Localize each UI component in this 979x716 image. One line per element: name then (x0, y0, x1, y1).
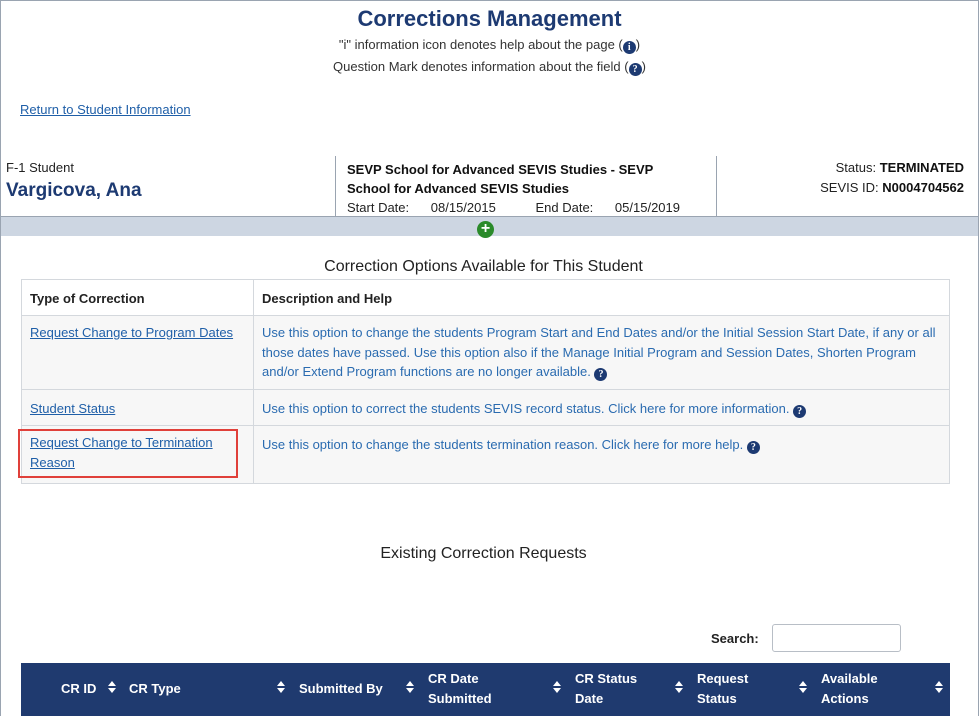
question-icon[interactable]: ? (793, 404, 807, 418)
type-cell: Request Change to Termination Reason (18, 425, 254, 484)
col-cr-id[interactable]: CR ID (61, 679, 96, 699)
question-icon[interactable]: ? (594, 368, 608, 381)
termination-reason-link[interactable]: Request Change to Termination Reason (30, 435, 213, 470)
options-title: Correction Options Available for This St… (324, 258, 643, 275)
sevis-line: SEVIS ID: N0004704562 (820, 180, 964, 195)
col-cr-status-date[interactable]: CR Status Date (575, 669, 655, 709)
col-available-actions[interactable]: Available Actions (821, 669, 901, 709)
sevis-label: SEVIS ID: (820, 180, 879, 195)
type-cell: Student Status (21, 388, 254, 426)
correction-options-table: Type of Correction Description and Help … (18, 279, 950, 484)
school-name: SEVP School for Advanced SEVIS Studies -… (347, 162, 654, 196)
sevis-id: N0004704562 (882, 180, 964, 195)
page-title: Corrections Management (357, 6, 622, 31)
question-line-prefix: Question Mark denotes information about … (333, 59, 629, 74)
sort-icon[interactable] (675, 681, 683, 695)
table-row: Request Change to Program Dates Use this… (21, 315, 950, 390)
student-status-link[interactable]: Student Status (30, 401, 115, 416)
question-line-suffix: ) (641, 59, 646, 74)
student-header: F-1 Student Vargicova, Ana SEVP School f… (1, 156, 978, 216)
sort-icon[interactable] (799, 681, 807, 695)
status-line: Status: TERMINATED (836, 160, 964, 175)
info-help-line: "i" information icon denotes help about … (0, 37, 979, 54)
column-header: Type of Correction (21, 279, 254, 316)
end-date-label: End Date: (535, 200, 594, 215)
start-date: 08/15/2015 (430, 200, 496, 215)
sort-icon[interactable] (553, 681, 561, 695)
sort-icon[interactable] (406, 681, 414, 695)
start-date-group: Start Date: 08/15/2015 (347, 200, 514, 215)
info-icon[interactable]: i (622, 41, 636, 54)
divider (335, 156, 336, 216)
search-label: Search: (711, 631, 759, 646)
end-date-group: End Date: 05/15/2019 (535, 200, 698, 215)
requests-grid-header: CR ID CR Type Submitted By CR Date Submi… (21, 663, 950, 716)
col-cr-type[interactable]: CR Type (129, 679, 181, 699)
divider (716, 156, 717, 216)
question-icon[interactable]: ? (628, 63, 642, 76)
column-header: Description and Help (253, 279, 950, 316)
end-date: 05/15/2019 (614, 200, 680, 215)
table-row: Request Change to Termination Reason Use… (18, 425, 950, 484)
col-cr-date-submitted[interactable]: CR Date Submitted (428, 669, 518, 709)
description-cell: Use this option to correct the students … (253, 388, 950, 426)
sort-icon[interactable] (935, 681, 943, 695)
return-to-student-link[interactable]: Return to Student Information (20, 102, 191, 117)
description-cell: Use this option to change the students t… (253, 425, 950, 484)
table-header-row: Type of Correction Description and Help (21, 279, 950, 316)
existing-requests-title: Existing Correction Requests (380, 545, 587, 562)
question-icon[interactable]: ? (746, 441, 760, 454)
status-value: TERMINATED (879, 160, 964, 175)
col-request-status[interactable]: Request Status (697, 669, 767, 709)
description-text: Use this option to correct the students … (262, 400, 790, 416)
description-cell: Use this option to change the students P… (253, 315, 950, 390)
search-input[interactable] (772, 624, 901, 652)
sort-icon[interactable] (277, 681, 285, 695)
status-label: Status: (835, 160, 877, 175)
info-line-prefix: "i" information icon denotes help about … (338, 37, 623, 52)
type-cell: Request Change to Program Dates (21, 315, 254, 390)
student-type: F-1 Student (6, 160, 74, 175)
highlight-box: Request Change to Termination Reason (18, 429, 238, 478)
student-name: Vargicova, Ana (6, 180, 142, 201)
plus-circle-icon[interactable]: + (477, 221, 494, 238)
question-help-line: Question Mark denotes information about … (0, 59, 979, 76)
table-row: Student Status Use this option to correc… (21, 388, 950, 426)
col-submitted-by[interactable]: Submitted By (299, 679, 383, 699)
start-date-label: Start Date: (347, 200, 410, 215)
info-line-suffix: ) (635, 37, 641, 52)
program-dates: Start Date: 08/15/2015 End Date: 05/15/2… (347, 200, 716, 215)
description-text: Use this option to change the students t… (262, 437, 744, 452)
sort-icon[interactable] (108, 681, 116, 695)
program-dates-link[interactable]: Request Change to Program Dates (30, 325, 233, 340)
